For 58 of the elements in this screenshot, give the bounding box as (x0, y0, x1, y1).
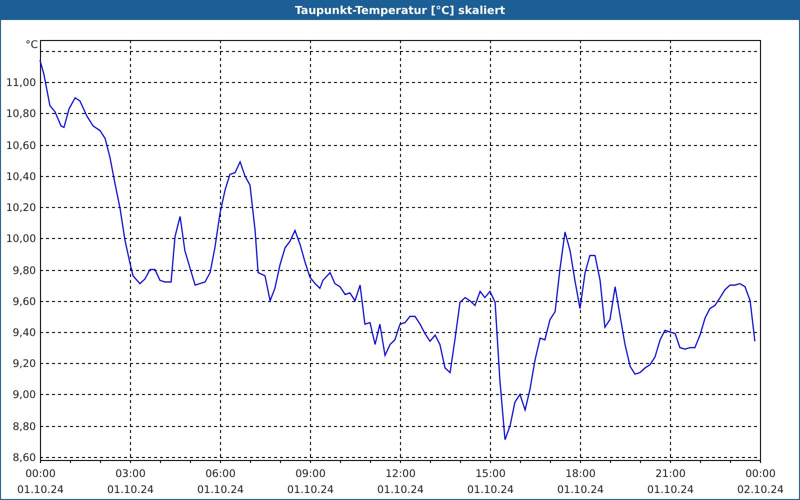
axis-tick (610, 460, 611, 464)
axis-tick (760, 460, 761, 464)
axis-tick (40, 460, 41, 464)
x-axis-label: 03:00 (115, 468, 146, 480)
y-axis-label: 9,20 (12, 358, 36, 370)
y-axis-unit: °C (25, 39, 38, 51)
axis-tick (670, 460, 671, 464)
axis-tick (250, 460, 251, 464)
window-title: Taupunkt-Temperatur [°C] skaliert (294, 4, 506, 16)
axis-tick (520, 460, 521, 464)
x-axis-label: 09:00 (295, 468, 326, 480)
axis-tick (430, 460, 431, 464)
axis-tick (280, 460, 281, 464)
axis-tick (70, 460, 71, 464)
date-label: 01.10.24 (647, 484, 694, 496)
y-axis-label: 9,40 (12, 327, 36, 339)
x-axis-label: 00:00 (25, 468, 56, 480)
axis-tick (700, 460, 701, 464)
axis-tick (220, 460, 221, 464)
date-label: 01.10.24 (557, 484, 604, 496)
y-axis-label: 9,60 (12, 296, 36, 308)
date-label: 01.10.24 (107, 484, 154, 496)
axis-tick (160, 460, 161, 464)
x-axis-label: 18:00 (565, 468, 596, 480)
axis-tick (190, 460, 191, 464)
x-axis-label: 21:00 (655, 468, 686, 480)
x-axis-label: 00:00 (745, 468, 776, 480)
date-label: 01.10.24 (287, 484, 334, 496)
date-label: 01.10.24 (17, 484, 64, 496)
date-label: 01.10.24 (197, 484, 244, 496)
y-axis-label: 9,80 (12, 265, 36, 277)
y-axis-label: 10,80 (6, 108, 36, 120)
x-axis-label: 06:00 (205, 468, 236, 480)
y-axis-label: 10,20 (6, 202, 36, 214)
axis-tick (730, 460, 731, 464)
y-axis-label: 10,40 (6, 171, 36, 183)
axis-tick (490, 460, 491, 464)
x-axis-label: 12:00 (385, 468, 416, 480)
date-label: 01.10.24 (467, 484, 514, 496)
axis-tick (400, 460, 401, 464)
axis-tick (640, 460, 641, 464)
y-axis-label: 8,60 (12, 452, 36, 464)
y-axis-label: 9,00 (12, 389, 36, 401)
y-axis-label: 11,00 (6, 77, 36, 89)
axis-tick (340, 460, 341, 464)
axis-tick (370, 460, 371, 464)
y-axis-label: 10,00 (6, 233, 36, 245)
x-axis-label: 15:00 (475, 468, 506, 480)
axis-tick (310, 460, 311, 464)
y-axis-label: 8,80 (12, 421, 36, 433)
axis-tick (130, 460, 131, 464)
axis-tick (460, 460, 461, 464)
axis-tick (550, 460, 551, 464)
y-axis-label: 10,60 (6, 140, 36, 152)
axis-tick (580, 460, 581, 464)
date-label: 02.10.24 (737, 484, 784, 496)
axis-tick (100, 460, 101, 464)
date-label: 01.10.24 (377, 484, 424, 496)
